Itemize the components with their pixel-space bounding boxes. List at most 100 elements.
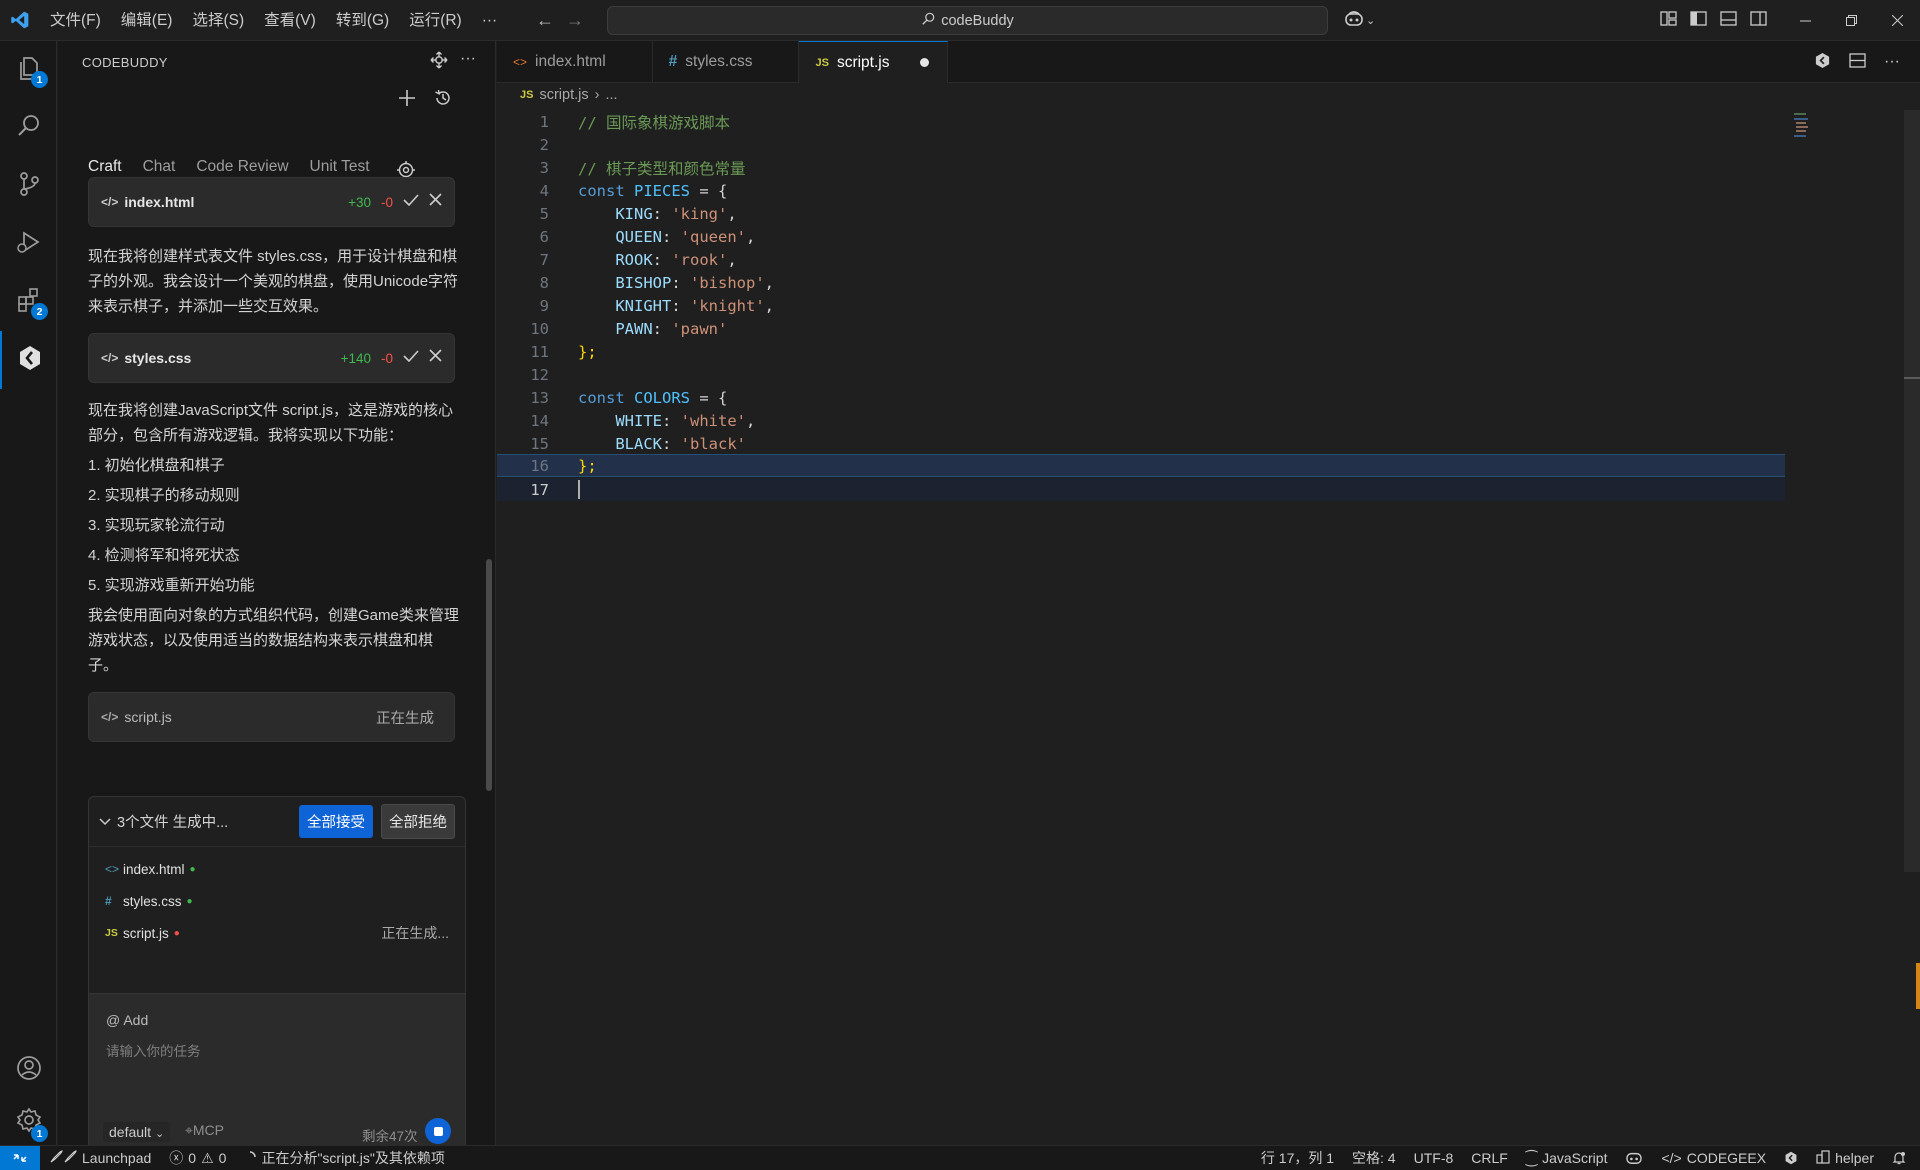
scrollbar-thumb[interactable] — [1904, 110, 1920, 872]
file-change-card-styles[interactable]: </> styles.css +140 -0 — [88, 333, 455, 383]
extensions-badge: 2 — [31, 303, 48, 320]
collapse-chevron-icon[interactable] — [99, 813, 111, 830]
card-status: 正在生成 — [376, 710, 434, 727]
remote-indicator[interactable] — [0, 1145, 40, 1170]
tab-styles-css[interactable]: # styles.css — [653, 41, 800, 83]
explorer-button[interactable]: 1 — [0, 41, 57, 99]
code-line: 9 KNIGHT: 'knight', — [497, 294, 1897, 317]
task-input[interactable] — [106, 1044, 446, 1059]
restore-icon[interactable] — [1828, 0, 1874, 41]
language-mode[interactable]: ⁐ JavaScript — [1517, 1146, 1617, 1170]
helper-label: helper — [1835, 1150, 1874, 1166]
generated-file-script[interactable]: JS script.js ● 正在生成... — [89, 917, 465, 949]
status-dot: ● — [173, 927, 180, 939]
code-line: 7 ROOK: 'rook', — [497, 248, 1897, 271]
accept-check-icon[interactable] — [403, 193, 419, 211]
copilot-icon — [1344, 10, 1364, 32]
close-window-icon[interactable] — [1874, 0, 1920, 41]
generated-file-index[interactable]: <> index.html ● — [89, 853, 465, 885]
codebuddy-status-icon[interactable] — [1775, 1146, 1807, 1170]
menu-go[interactable]: 转到(G) — [326, 0, 399, 41]
new-chat-icon[interactable] — [398, 89, 416, 111]
accept-check-icon[interactable] — [403, 349, 419, 367]
line-number: 15 — [530, 434, 549, 453]
split-editor-icon[interactable] — [1849, 52, 1866, 72]
menu-view[interactable]: 查看(V) — [254, 0, 326, 41]
command-center-search[interactable]: codeBuddy — [607, 6, 1328, 35]
braces-icon: ⁐ — [1525, 1149, 1538, 1166]
helper-icon — [1816, 1149, 1830, 1167]
generated-file-styles[interactable]: # styles.css ● — [89, 885, 465, 917]
codebuddy-action-icon[interactable] — [1814, 52, 1831, 73]
html-file-icon: <> — [513, 55, 528, 69]
comment: // 棋子类型和颜色常量 — [578, 159, 746, 178]
more-actions-icon[interactable]: ··· — [460, 51, 476, 73]
language-label: JavaScript — [1542, 1150, 1608, 1166]
more-actions-icon[interactable]: ··· — [1884, 53, 1900, 71]
card-file-name: styles.css — [124, 350, 192, 366]
menu-edit[interactable]: 编辑(E) — [111, 0, 183, 41]
encoding[interactable]: UTF-8 — [1405, 1146, 1463, 1170]
chat-scrollbar[interactable] — [486, 559, 492, 791]
minimize-icon[interactable] — [1782, 0, 1828, 41]
helper-status[interactable]: helper — [1807, 1146, 1883, 1170]
indentation[interactable]: 空格: 4 — [1343, 1146, 1405, 1170]
copilot-button[interactable]: ⌄ — [1344, 0, 1375, 41]
move-panel-icon[interactable] — [430, 51, 448, 73]
line-number: 8 — [539, 273, 549, 292]
minimap[interactable] — [1792, 111, 1812, 141]
error-count: 0 — [188, 1150, 197, 1166]
codegeex-status[interactable]: </> CODEGEEX — [1652, 1146, 1775, 1170]
menu-run[interactable]: 运行(R) — [399, 0, 472, 41]
codebuddy-button[interactable] — [0, 331, 57, 389]
account-button[interactable] — [0, 1041, 57, 1099]
lines-added: +140 — [340, 350, 371, 366]
stop-generation-button[interactable] — [425, 1118, 451, 1144]
mcp-button[interactable]: ⌖MCP — [185, 1122, 224, 1139]
code-editor[interactable]: 1 // 国际象棋游戏脚本 2 3 // 棋子类型和颜色常量 4 const P… — [497, 108, 1897, 1145]
line-content: const COLORS = { — [578, 389, 727, 407]
manage-settings-button[interactable]: 1 — [0, 1093, 57, 1151]
tab-script-js[interactable]: JS script.js — [799, 41, 948, 83]
editor-scrollbar[interactable] — [1904, 108, 1920, 1145]
back-arrow-icon[interactable]: ← — [536, 10, 554, 31]
menu-selection[interactable]: 选择(S) — [182, 0, 254, 41]
file-change-card-script[interactable]: </> script.js 正在生成 — [88, 692, 455, 742]
reject-close-icon[interactable] — [429, 349, 442, 367]
toggle-primary-sidebar-icon[interactable] — [1690, 11, 1707, 30]
breadcrumb-file[interactable]: script.js — [539, 87, 588, 103]
reject-close-icon[interactable] — [429, 193, 442, 211]
analysis-status[interactable]: 正在分析"script.js"及其依赖项 — [235, 1146, 453, 1170]
js-file-icon: JS — [815, 56, 829, 69]
cursor-position[interactable]: 行 17，列 1 — [1252, 1146, 1343, 1170]
model-select[interactable]: default ⌄ — [103, 1122, 171, 1142]
toggle-secondary-sidebar-icon[interactable] — [1750, 11, 1767, 30]
menu-file[interactable]: 文件(F) — [40, 0, 111, 41]
breadcrumb-symbol[interactable]: ... — [605, 87, 617, 103]
file-change-card-index[interactable]: </> index.html +30 -0 — [88, 177, 455, 227]
codebuddy-panel: CODEBUDDY ··· Craft Chat Code Review Uni… — [58, 41, 496, 1156]
unsaved-dot-icon[interactable] — [919, 58, 929, 67]
problems-indicator[interactable]: ⓧ 0 ⚠ 0 — [160, 1146, 235, 1170]
reject-all-button[interactable]: 全部拒绝 — [381, 804, 455, 839]
list-item: 1. 初始化棋盘和棋子 — [88, 457, 225, 474]
code-line: 14 WHITE: 'white', — [497, 409, 1897, 432]
launchpad-button[interactable]: Launchpad — [40, 1146, 160, 1170]
extensions-button[interactable]: 2 — [0, 273, 57, 331]
comment: // 国际象棋游戏脚本 — [578, 113, 730, 132]
forward-arrow-icon[interactable]: → — [566, 10, 584, 31]
line-content: BISHOP: 'bishop', — [615, 273, 774, 292]
accept-all-button[interactable]: 全部接受 — [299, 805, 373, 838]
tab-index-html[interactable]: <> index.html — [497, 41, 653, 83]
end-of-line[interactable]: CRLF — [1462, 1146, 1517, 1170]
menu-more[interactable]: ··· — [472, 0, 508, 41]
add-context-button[interactable]: @ Add — [106, 1012, 148, 1028]
search-view-button[interactable] — [0, 99, 57, 157]
copilot-status-icon[interactable] — [1616, 1146, 1652, 1170]
source-control-button[interactable] — [0, 157, 57, 215]
customize-layout-icon[interactable] — [1660, 11, 1677, 30]
history-icon[interactable] — [434, 89, 452, 111]
run-debug-button[interactable] — [0, 215, 57, 273]
notifications-bell-icon[interactable] — [1883, 1146, 1920, 1170]
toggle-panel-icon[interactable] — [1720, 11, 1737, 30]
